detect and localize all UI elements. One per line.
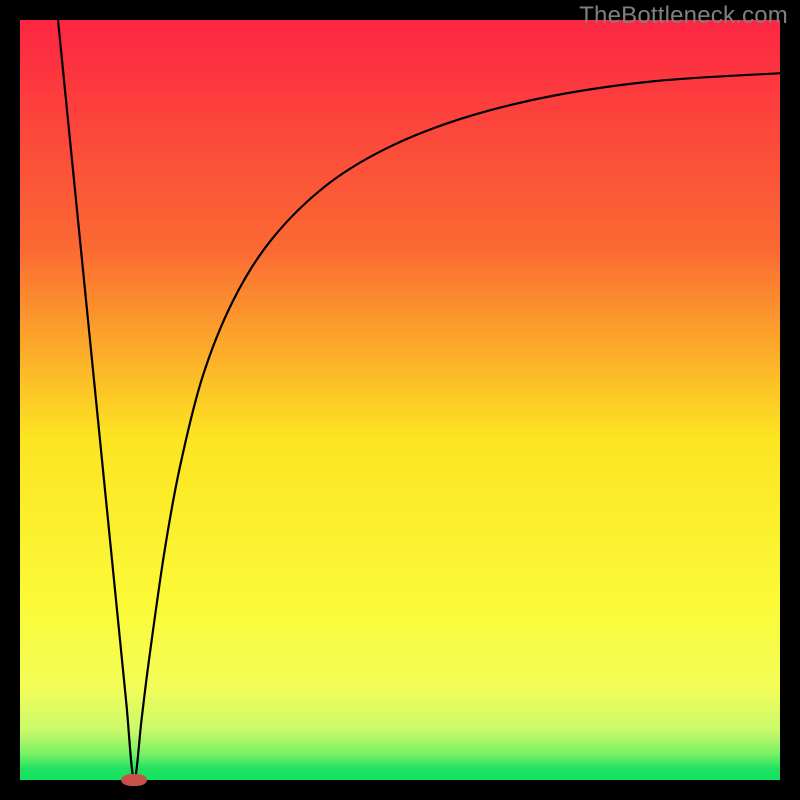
chart-frame: TheBottleneck.com	[0, 0, 800, 800]
plot-area	[20, 20, 780, 780]
bottleneck-curve	[20, 20, 780, 780]
optimal-point-marker	[121, 774, 147, 786]
watermark-text: TheBottleneck.com	[579, 2, 788, 30]
